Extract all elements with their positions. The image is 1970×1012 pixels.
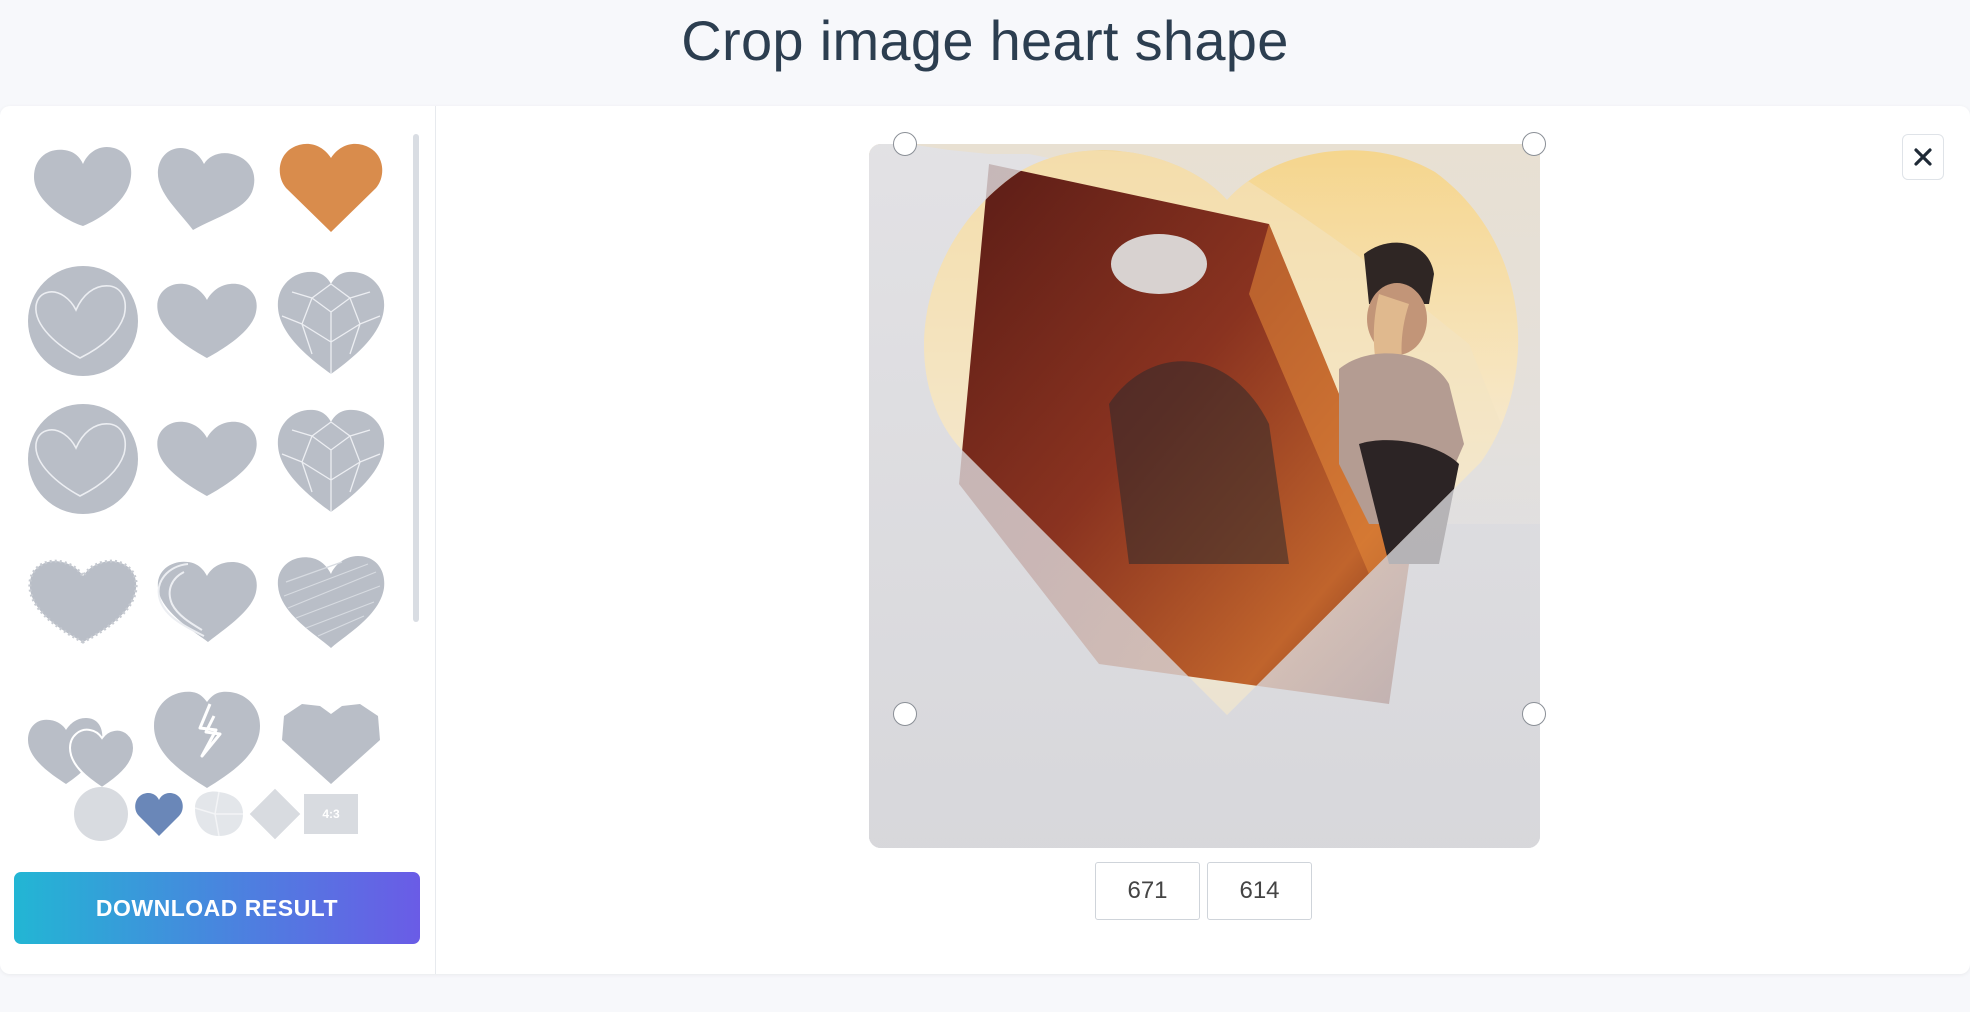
heart-faceted-2-icon <box>277 409 385 512</box>
crop-editor <box>437 106 1970 974</box>
crop-handle-top-right[interactable] <box>1522 132 1546 156</box>
page-title: Crop image heart shape <box>681 9 1289 72</box>
width-input[interactable] <box>1095 862 1200 920</box>
heart-sketch-icon <box>277 556 385 648</box>
heart-flat-top-icon <box>282 704 380 784</box>
aspect-ratio-chip[interactable]: 4:3 <box>304 794 358 834</box>
shape-heart-rounded[interactable] <box>148 262 266 380</box>
heart-in-circle-2-icon <box>28 404 138 514</box>
shape-heart-classic[interactable] <box>24 130 142 248</box>
shape-heart-in-circle[interactable] <box>24 262 142 380</box>
small-shape-circle[interactable] <box>73 786 129 842</box>
heart-brush-icon <box>28 559 138 644</box>
heart-classic-icon <box>34 146 132 226</box>
heart-rounded-icon <box>157 283 257 358</box>
crop-canvas[interactable] <box>869 132 1546 848</box>
download-result-button[interactable]: DOWNLOAD RESULT <box>14 872 420 944</box>
crop-handle-top-left[interactable] <box>893 132 917 156</box>
shape-heart-sketch[interactable] <box>272 542 390 660</box>
shape-double-heart[interactable] <box>24 680 142 790</box>
heart-in-circle-icon <box>28 266 138 376</box>
shape-sidebar: 4:3 DOWNLOAD RESULT <box>0 106 436 974</box>
editor-card: 4:3 DOWNLOAD RESULT <box>0 106 1970 974</box>
diamond-icon <box>248 787 302 841</box>
heart-faceted-icon <box>277 271 385 374</box>
small-shape-row: 4:3 <box>73 786 373 842</box>
shape-grid-scrollbar[interactable] <box>413 134 419 622</box>
heart-rounded-2-icon <box>157 421 257 496</box>
small-shape-blob[interactable] <box>189 786 245 842</box>
shape-heart-brush[interactable] <box>24 542 142 660</box>
close-button[interactable] <box>1902 134 1944 180</box>
crop-preview-image <box>869 144 1540 848</box>
close-icon <box>1914 148 1932 166</box>
heart-swoosh-icon <box>157 561 257 642</box>
shape-heart-swoosh[interactable] <box>148 542 266 660</box>
shape-broken-heart[interactable] <box>148 680 266 790</box>
shape-heart-flat-top[interactable] <box>272 680 390 790</box>
heart-pointed-icon <box>279 143 383 232</box>
blob-icon <box>194 791 243 837</box>
height-input[interactable] <box>1207 862 1312 920</box>
shape-heart-tilted[interactable] <box>148 130 266 248</box>
shape-grid <box>24 130 410 790</box>
circle-icon <box>74 787 128 841</box>
shape-heart-in-circle-2[interactable] <box>24 400 142 518</box>
shape-heart-faceted[interactable] <box>272 262 390 380</box>
shape-heart-faceted-2[interactable] <box>272 400 390 518</box>
shape-heart-pointed[interactable] <box>272 130 390 248</box>
heart-tilted-icon <box>157 148 255 230</box>
small-shape-heart[interactable] <box>131 786 187 842</box>
heart-icon <box>135 792 183 836</box>
small-shape-diamond[interactable] <box>247 786 303 842</box>
crop-handle-bottom-right[interactable] <box>1522 702 1546 726</box>
double-heart-icon <box>28 718 136 790</box>
crop-handle-bottom-left[interactable] <box>893 702 917 726</box>
shape-heart-rounded-2[interactable] <box>148 400 266 518</box>
broken-heart-icon <box>154 691 260 788</box>
